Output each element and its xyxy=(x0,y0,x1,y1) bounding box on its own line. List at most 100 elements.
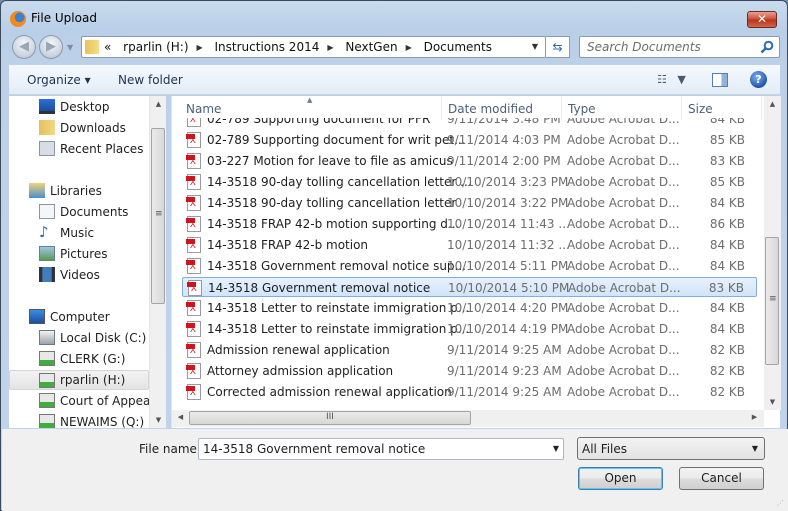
sidebar-item-documents[interactable]: Documents xyxy=(9,202,149,222)
scroll-down-icon[interactable]: ▼ xyxy=(150,416,167,424)
chevron-right-icon[interactable]: ▶ xyxy=(327,43,333,52)
sidebar-item-recent-places[interactable]: Recent Places xyxy=(9,139,149,159)
scrollbar-thumb[interactable]: ≡ xyxy=(151,128,165,304)
pdf-file-icon xyxy=(186,237,201,253)
sidebar-item-libraries[interactable]: Libraries xyxy=(9,181,149,201)
breadcrumb-overflow[interactable]: « xyxy=(104,40,111,54)
breadcrumb-item[interactable]: Instructions 2014 xyxy=(215,40,320,54)
search-input[interactable]: Search Documents xyxy=(579,36,780,58)
breadcrumb-item[interactable]: Documents xyxy=(424,40,492,54)
chevron-down-icon[interactable]: ▼ xyxy=(553,444,559,453)
file-type-cell: Adobe Acrobat D... xyxy=(567,301,680,315)
scroll-left-icon[interactable]: ◀ xyxy=(172,413,189,421)
forward-arrow-icon: ▶ xyxy=(46,39,56,54)
file-size-cell: 82 KB xyxy=(709,364,745,378)
sidebar-item-rparlin[interactable]: rparlin (H:) xyxy=(9,370,149,390)
help-button[interactable]: ? xyxy=(750,71,767,88)
date-modified-cell: 9/11/2014 9:23 AM xyxy=(447,364,562,378)
chevron-right-icon[interactable]: ▶ xyxy=(197,43,203,52)
file-type-cell: Adobe Acrobat D... xyxy=(567,385,680,399)
forward-button[interactable]: ▶ xyxy=(39,35,63,59)
command-toolbar: Organize ▾ New folder ☷ ▼ ? xyxy=(9,65,780,95)
sidebar-item-desktop[interactable]: Desktop xyxy=(9,97,149,117)
date-modified-cell: 10/10/2014 5:11 PM xyxy=(447,259,569,273)
column-header-type[interactable]: Type xyxy=(562,96,682,120)
date-modified-cell: 10/10/2014 11:43 ... xyxy=(447,217,570,231)
scrollbar-thumb[interactable]: ≡ xyxy=(765,237,779,365)
navigation-pane: Desktop Downloads Recent Places Librarie… xyxy=(9,96,166,428)
file-row[interactable]: 14-3518 Letter to reinstate immigration … xyxy=(182,298,757,318)
chevron-right-icon[interactable]: ▶ xyxy=(406,43,412,52)
file-name-cell: 14-3518 Letter to reinstate immigration … xyxy=(207,322,470,336)
file-row[interactable]: 14-3518 FRAP 42-b motion supporting d...… xyxy=(182,214,757,234)
file-row[interactable]: 14-3518 FRAP 42-b motion 10/10/2014 11:32… xyxy=(182,235,757,255)
scroll-down-icon[interactable]: ▼ xyxy=(764,398,781,406)
column-header-date[interactable]: Date modified xyxy=(442,96,562,120)
sidebar-item-downloads[interactable]: Downloads xyxy=(9,118,149,138)
network-drive-icon xyxy=(39,373,55,388)
sidebar-item-label: Libraries xyxy=(50,184,102,198)
sidebar-item-court-of-appeals[interactable]: Court of Appeals xyxy=(9,391,160,411)
search-icon[interactable] xyxy=(760,40,774,54)
sidebar-item-computer[interactable]: Computer xyxy=(9,307,149,327)
organize-button[interactable]: Organize ▾ xyxy=(27,73,91,87)
sidebar-item-clerk[interactable]: CLERK (G:) xyxy=(9,349,149,369)
sidebar-item-label: Court of Appeals xyxy=(60,394,160,408)
scroll-up-icon[interactable]: ▲ xyxy=(764,100,781,108)
file-list-horizontal-scrollbar[interactable]: ◀ III ▶ xyxy=(172,410,764,427)
address-dropdown-icon[interactable]: ▼ xyxy=(525,37,545,57)
pdf-file-icon xyxy=(186,300,201,316)
cancel-button[interactable]: Cancel xyxy=(679,467,764,490)
back-button[interactable]: ◀ xyxy=(12,35,36,59)
refresh-button[interactable]: ⇆ xyxy=(546,36,570,58)
breadcrumb-item[interactable]: NextGen xyxy=(345,40,397,54)
sidebar-item-label: Videos xyxy=(60,268,100,282)
file-row[interactable]: Corrected admission renewal application9… xyxy=(182,382,757,402)
resize-grip-icon[interactable]: ⋰ xyxy=(777,499,784,507)
scroll-right-icon[interactable]: ▶ xyxy=(746,413,763,421)
file-size-cell: 84 KB xyxy=(709,118,745,126)
preview-pane-button[interactable] xyxy=(712,73,728,87)
file-name-cell: 14-3518 90-day tolling cancellation lett… xyxy=(207,175,472,189)
file-row[interactable]: 02-789 Supporting document for PFR 9/11/2… xyxy=(182,118,757,129)
change-view-button[interactable]: ☷ ▼ xyxy=(657,73,693,87)
close-button[interactable]: ✕ xyxy=(747,11,777,28)
new-folder-button[interactable]: New folder xyxy=(118,73,183,87)
sidebar-item-local-disk[interactable]: Local Disk (C:) xyxy=(9,328,149,348)
file-row[interactable]: 14-3518 Government removal notice 10/10/2… xyxy=(182,277,757,297)
sidebar-item-videos[interactable]: Videos xyxy=(9,265,149,285)
file-row[interactable]: 14-3518 Government removal notice sup...… xyxy=(182,256,757,276)
file-type-select[interactable]: All Files ▼ xyxy=(577,437,765,460)
file-type-cell: Adobe Acrobat D... xyxy=(567,322,680,336)
file-type-cell: Adobe Acrobat D... xyxy=(567,118,680,126)
scroll-up-icon[interactable]: ▲ xyxy=(150,100,167,108)
file-row[interactable]: 03-227 Motion for leave to file as amicu… xyxy=(182,151,757,171)
scrollbar-thumb[interactable]: III xyxy=(189,411,471,425)
sidebar-item-label: CLERK (G:) xyxy=(60,352,126,366)
sidebar-item-label: rparlin (H:) xyxy=(60,373,126,387)
open-button[interactable]: Open xyxy=(578,467,663,490)
sidebar-item-label: Recent Places xyxy=(60,142,144,156)
file-row[interactable]: 14-3518 Letter to reinstate immigration … xyxy=(182,319,757,339)
file-row[interactable]: 14-3518 90-day tolling cancellation lett… xyxy=(182,193,757,213)
file-list-vertical-scrollbar[interactable]: ▲ ≡ ▼ xyxy=(764,96,781,410)
navigation-pane-scrollbar[interactable]: ▲ ≡ ▼ xyxy=(149,96,166,428)
file-row[interactable]: 14-3518 90-day tolling cancellation lett… xyxy=(182,172,757,192)
column-header-size[interactable]: Size xyxy=(682,96,762,120)
address-bar[interactable]: « rparlin (H:) ▶ Instructions 2014 ▶ NextG… xyxy=(81,36,546,58)
sidebar-item-newaims[interactable]: NEWAIMS (Q:) xyxy=(9,412,149,428)
file-size-cell: 85 KB xyxy=(709,133,745,147)
dialog-footer: File name: 14-3518 Government removal no… xyxy=(2,429,788,511)
file-name-input[interactable]: 14-3518 Government removal notice ▼ xyxy=(198,438,564,460)
date-modified-cell: 10/10/2014 11:32 ... xyxy=(447,238,570,252)
sidebar-item-music[interactable]: ♪ Music xyxy=(9,223,149,243)
file-row[interactable]: Admission renewal application 9/11/2014 9… xyxy=(182,340,757,360)
breadcrumb-item[interactable]: rparlin (H:) xyxy=(123,40,188,54)
file-type-value: All Files xyxy=(582,442,628,456)
recent-locations-dropdown[interactable]: ▼ xyxy=(67,43,73,52)
sidebar-item-pictures[interactable]: Pictures xyxy=(9,244,149,264)
file-row[interactable]: 02-789 Supporting document for writ pet.… xyxy=(182,130,757,150)
pdf-file-icon xyxy=(186,174,201,190)
file-row[interactable]: Attorney admission application 9/11/2014 … xyxy=(182,361,757,381)
file-name-cell: Admission renewal application xyxy=(207,343,390,357)
